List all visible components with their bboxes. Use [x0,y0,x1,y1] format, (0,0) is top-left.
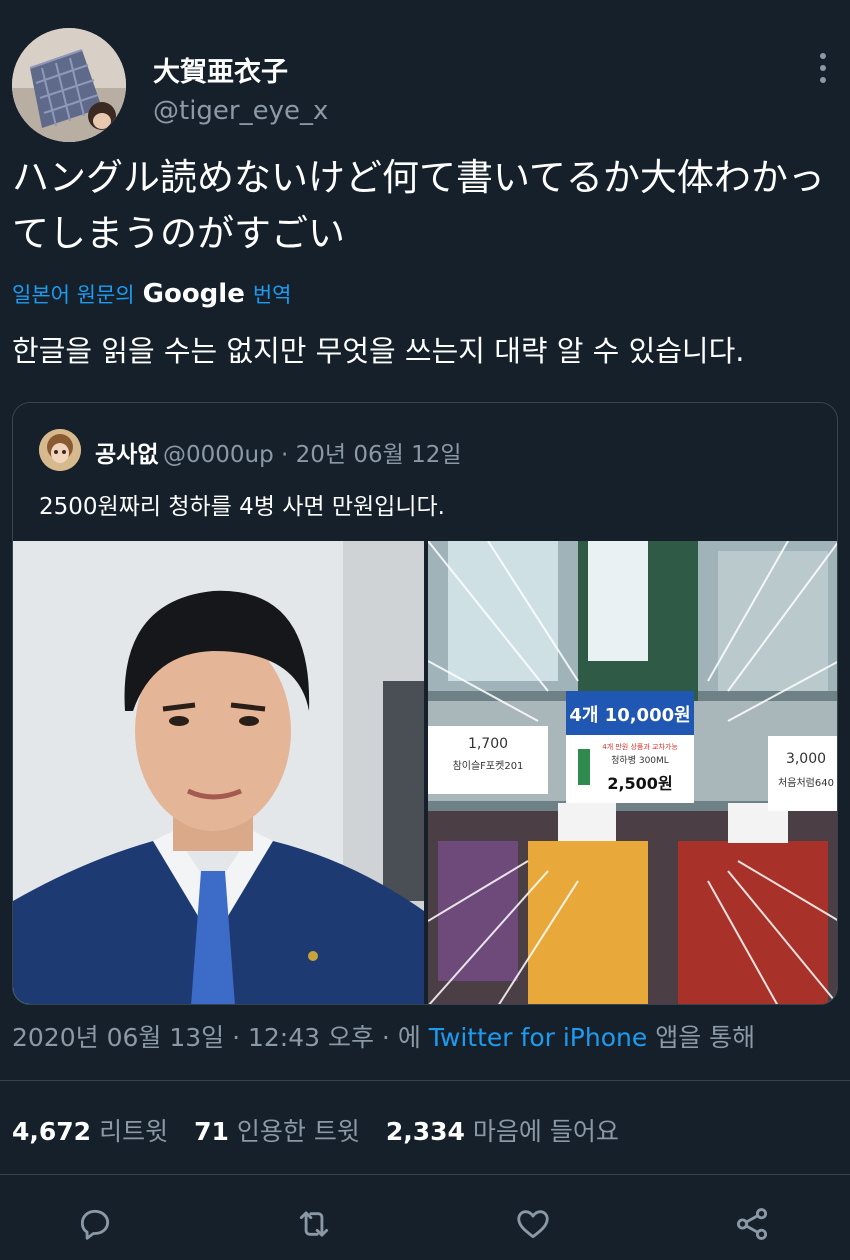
shelf-price-left: 1,700 [468,736,508,752]
shelf-product-right: 처음처럼640 [778,776,834,789]
shelf-product-left: 참이슬F포켓201 [453,760,524,772]
quoted-author-avatar[interactable] [39,429,81,471]
tweet-header: 大賀亜衣子 @tiger_eye_x [12,28,838,144]
shelf-product-center: 청하병 300ML [611,755,669,766]
quoted-author-name[interactable]: 공사없 [95,435,158,469]
shelf-promo-label: 4개 10,000원 [569,705,690,726]
shelf-promo-note: 4개 만원 상품과 교차가능 [602,742,678,751]
shelf-price-center: 2,500원 [607,774,672,793]
reply-icon[interactable] [71,1200,119,1248]
share-icon[interactable] [728,1200,776,1248]
quoted-tweet[interactable]: 공사없 @0000up · 20년 06월 12일 2500원짜리 청하를 4병… [12,402,838,1005]
shelf-price-right: 3,000 [786,751,826,767]
retweet-icon[interactable] [290,1200,338,1248]
retweets-label: 리트윗 [99,1117,169,1146]
quoted-author-meta: @0000up · 20년 06월 12일 [163,442,462,468]
translate-prefix: 일본어 원문의 [12,283,135,307]
more-dot [820,53,826,59]
timestamp-suffix: 앱을 통해 [655,1023,756,1052]
author-avatar[interactable] [12,28,126,142]
tweet-timestamp: 2020년 06월 13일 · 12:43 오후 · 에 Twitter for… [12,1018,755,1054]
quoted-media: 4개 10,000원 4개 만원 상품과 교차가능 청하병 300ML 2,50… [13,541,837,1004]
timestamp-date[interactable]: 2020년 06월 13일 · 12:43 오후 · 에 [12,1023,421,1052]
photo-shelf[interactable]: 4개 10,000원 4개 만원 상품과 교차가능 청하병 300ML 2,50… [428,541,837,1004]
likes-count: 2,334 [385,1117,465,1146]
divider [0,1174,850,1175]
likes-stat[interactable]: 2,334 마음에 들어요 [386,1112,619,1148]
quotes-count: 71 [194,1117,229,1146]
author-handle[interactable]: @tiger_eye_x [153,96,328,126]
tweet-stats: 4,672 리트윗 71 인용한 트윗 2,334 마음에 들어요 [12,1112,619,1148]
divider [0,1080,850,1081]
google-logo: Google [142,279,245,309]
translated-text: 한글을 읽을 수는 없지만 무엇을 쓰는지 대략 알 수 있습니다. [12,334,745,368]
action-bar [0,1200,850,1248]
more-dot [820,77,826,83]
tweet-text: ハングル読めないけど何て書いてるか大体わかってしまうのがすごい [12,156,825,255]
translation-attribution[interactable]: 일본어 원문의 Google 번역 [12,276,291,312]
author-name[interactable]: 大賀亜衣子 [153,50,288,89]
retweets-count: 4,672 [12,1117,92,1146]
client-link[interactable]: Twitter for iPhone [429,1023,647,1052]
translate-suffix: 번역 [252,283,292,307]
more-icon[interactable] [808,48,838,88]
quotes-label: 인용한 트윗 [236,1117,360,1146]
quoted-tweet-text: 2500원짜리 청하를 4병 사면 만원입니다. [39,494,445,520]
more-dot [820,65,826,71]
retweets-stat[interactable]: 4,672 리트윗 [12,1112,168,1148]
like-icon[interactable] [509,1200,557,1248]
photo-portrait[interactable] [13,541,424,1004]
likes-label: 마음에 들어요 [472,1117,619,1146]
quotes-stat[interactable]: 71 인용한 트윗 [194,1112,360,1148]
